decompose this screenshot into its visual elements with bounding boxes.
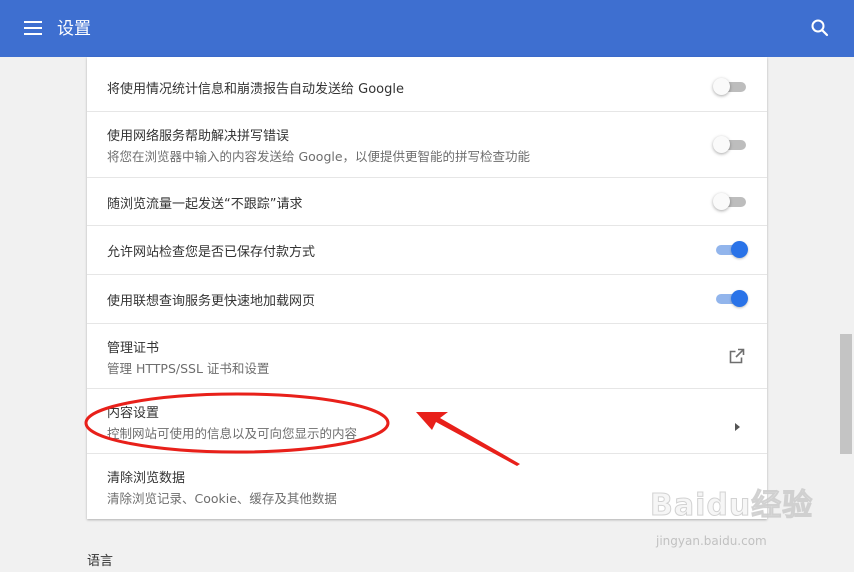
scrollbar-thumb[interactable] <box>840 334 852 454</box>
setting-title: 管理证书 <box>107 341 160 356</box>
setting-title: 将使用情况统计信息和崩溃报告自动发送给 Google <box>107 82 404 97</box>
spell-check-toggle[interactable] <box>713 135 749 155</box>
search-icon[interactable] <box>810 18 830 38</box>
setting-subtitle: 管理 HTTPS/SSL 证书和设置 <box>107 361 270 376</box>
setting-subtitle: 将您在浏览器中输入的内容发送给 Google，以便提供更智能的拼写检查功能 <box>107 149 531 164</box>
top-app-bar: 设置 <box>0 0 854 57</box>
setting-row-manage-certificates[interactable]: 管理证书 管理 HTTPS/SSL 证书和设置 <box>87 323 767 388</box>
setting-row-spell-check[interactable]: 使用网络服务帮助解决拼写错误 将您在浏览器中输入的内容发送给 Google，以便… <box>87 111 767 177</box>
baidu-jingyan-watermark: Baidu经验 jingyan.baidu.com <box>649 480 820 560</box>
vertical-scrollbar[interactable] <box>838 57 854 572</box>
annotation-ellipse <box>84 392 390 454</box>
language-section-heading: 语言 <box>87 554 114 569</box>
setting-row-usage-stats[interactable]: 将使用情况统计信息和崩溃报告自动发送给 Google <box>87 57 767 111</box>
prediction-service-toggle[interactable] <box>713 289 749 309</box>
watermark-brand: Baidu经验 <box>649 488 814 524</box>
page-title: 设置 <box>57 19 91 39</box>
setting-title: 允许网站检查您是否已保存付款方式 <box>107 245 316 260</box>
setting-title: 使用联想查询服务更快速地加载网页 <box>107 294 316 309</box>
watermark-url: jingyan.baidu.com <box>656 534 767 548</box>
annotation-arrow <box>416 412 520 466</box>
external-link-icon[interactable] <box>729 348 745 364</box>
setting-title: 清除浏览数据 <box>107 471 186 486</box>
setting-subtitle: 清除浏览记录、Cookie、缓存及其他数据 <box>107 491 337 506</box>
hamburger-menu-icon[interactable] <box>24 21 42 35</box>
setting-row-prediction-service[interactable]: 使用联想查询服务更快速地加载网页 <box>87 274 767 323</box>
setting-row-do-not-track[interactable]: 随浏览流量一起发送“不跟踪”请求 <box>87 177 767 225</box>
do-not-track-toggle[interactable] <box>713 192 749 212</box>
setting-row-payment-methods[interactable]: 允许网站检查您是否已保存付款方式 <box>87 225 767 274</box>
setting-title: 随浏览流量一起发送“不跟踪”请求 <box>107 197 303 212</box>
setting-title: 使用网络服务帮助解决拼写错误 <box>107 129 290 144</box>
usage-stats-toggle[interactable] <box>713 77 749 97</box>
chevron-right-icon[interactable] <box>733 417 741 431</box>
payment-methods-toggle[interactable] <box>713 240 749 260</box>
